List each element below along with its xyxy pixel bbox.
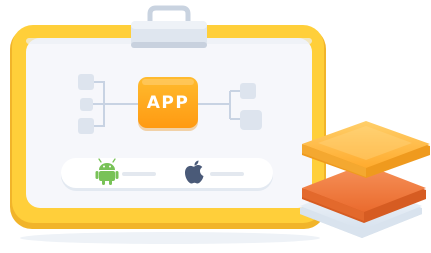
illustration-scene: APP bbox=[0, 0, 431, 253]
clipboard-clip-icon bbox=[131, 5, 207, 48]
clipboard-illustration bbox=[10, 5, 430, 244]
apple-placeholder-line bbox=[210, 172, 244, 176]
node bbox=[78, 118, 94, 134]
node bbox=[240, 83, 256, 99]
node bbox=[80, 98, 93, 111]
app-tile bbox=[138, 77, 198, 131]
ground-shadow bbox=[20, 232, 320, 244]
node bbox=[240, 110, 262, 130]
node bbox=[78, 74, 94, 90]
android-placeholder-line bbox=[122, 172, 156, 176]
